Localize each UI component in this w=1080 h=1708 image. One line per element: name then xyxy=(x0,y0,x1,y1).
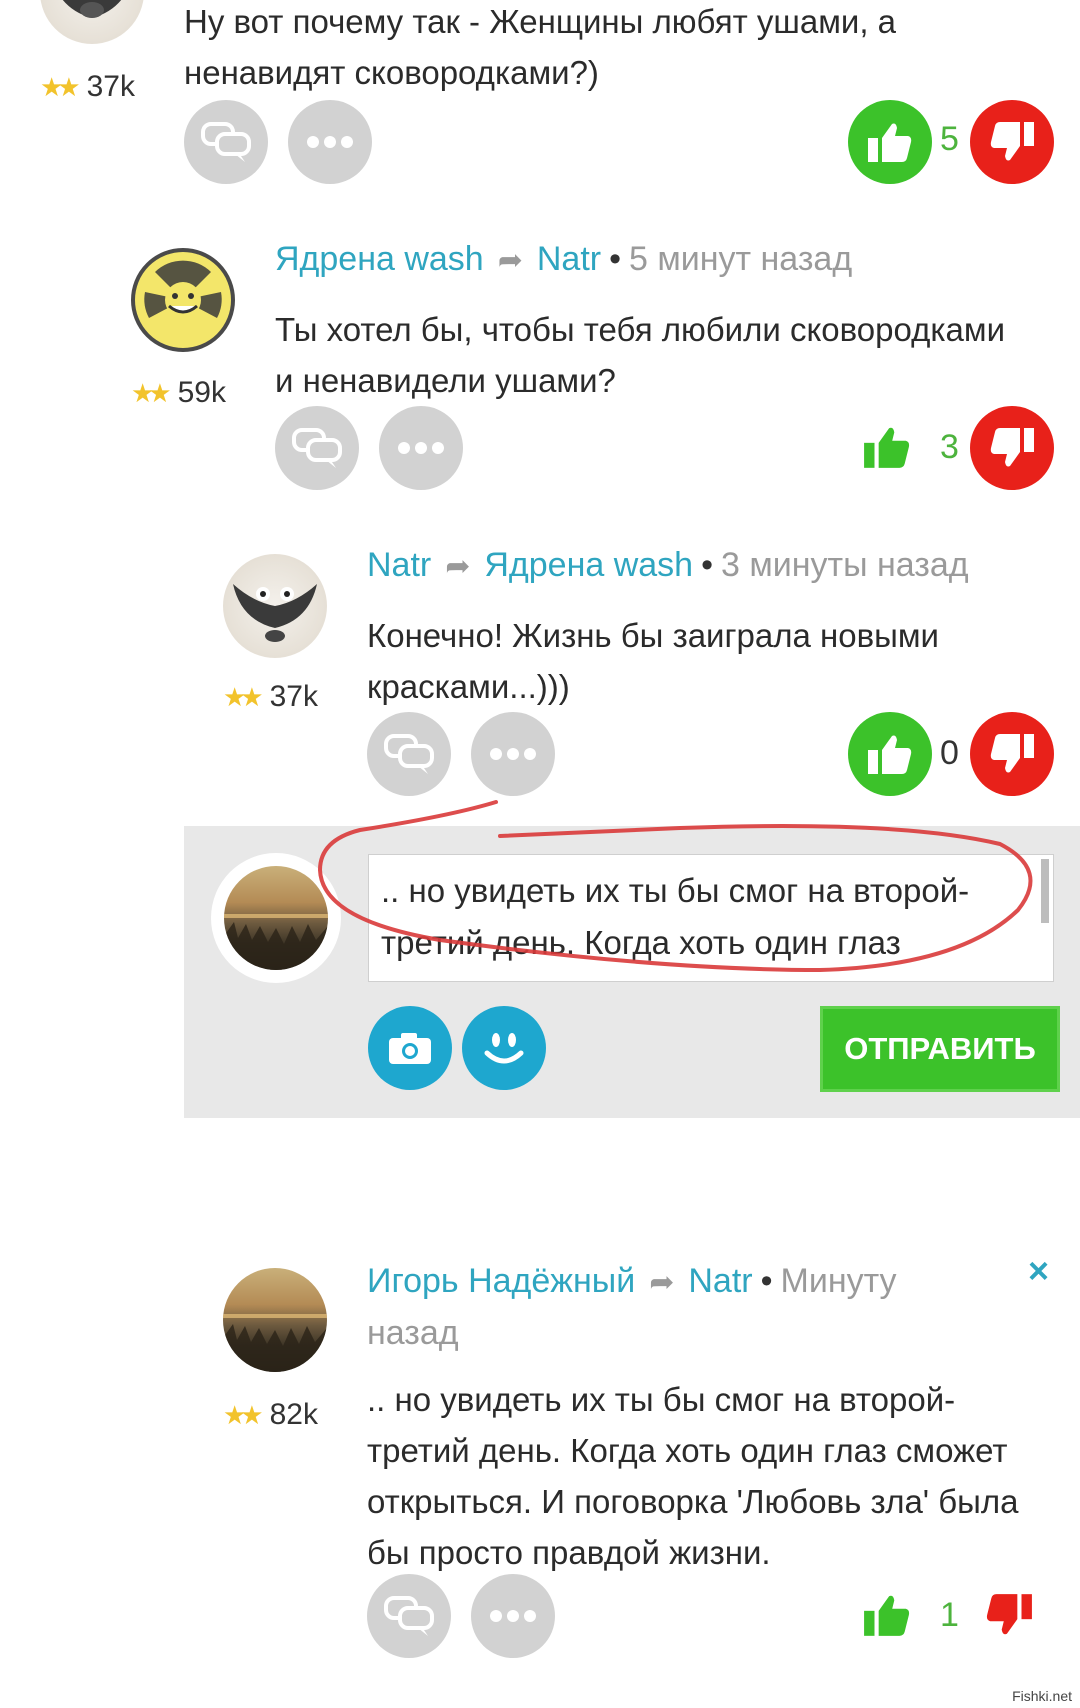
watermark: Fishki.net xyxy=(1012,1688,1072,1704)
ellipsis-icon xyxy=(490,748,536,760)
rating-stars-icon: ★★ xyxy=(223,1400,264,1430)
more-options-button[interactable] xyxy=(379,406,463,490)
user-rating: ★★ 37k xyxy=(40,70,135,103)
separator-dot: • xyxy=(760,1262,773,1300)
dislike-button[interactable] xyxy=(970,712,1054,796)
avatar[interactable] xyxy=(223,1268,327,1372)
speech-bubbles-icon xyxy=(292,428,342,468)
ellipsis-icon xyxy=(398,442,444,454)
thumbs-down-icon xyxy=(986,1594,1032,1635)
user-rating: ★★ 37k xyxy=(223,680,318,713)
annotation-circle-icon xyxy=(317,800,1033,973)
reply-button[interactable] xyxy=(184,100,268,184)
reply-to-link[interactable]: Natr xyxy=(537,240,601,278)
reply-arrow-icon: ➦ xyxy=(445,550,471,583)
send-button[interactable]: ОТПРАВИТЬ xyxy=(820,1006,1060,1092)
timestamp: 5 минут назад xyxy=(629,240,853,278)
timestamp: Минуту xyxy=(780,1262,897,1300)
reply-button[interactable] xyxy=(367,1574,451,1658)
avatar[interactable] xyxy=(40,0,144,44)
thumbs-up-icon xyxy=(864,427,910,468)
rating-stars-icon: ★★ xyxy=(131,378,172,408)
author-link[interactable]: Ядрена wash xyxy=(275,240,484,278)
thumbs-down-icon xyxy=(990,122,1034,161)
thumbs-down-icon xyxy=(990,734,1034,773)
comment-header: Игорь Надёжный ➦ Natr • Минуту xyxy=(367,1262,897,1301)
avatar[interactable] xyxy=(223,554,327,658)
emoji-button[interactable] xyxy=(462,1006,546,1090)
speech-bubbles-icon xyxy=(384,1596,434,1636)
ellipsis-icon xyxy=(307,136,353,148)
timestamp-continued: назад xyxy=(367,1314,459,1352)
comment-header: Natr ➦ Ядрена wash • 3 минуты назад xyxy=(367,546,969,585)
speech-bubbles-icon xyxy=(201,122,251,162)
thumbs-up-icon xyxy=(868,735,912,774)
close-icon[interactable]: × xyxy=(1028,1250,1049,1292)
attach-photo-button[interactable] xyxy=(368,1006,452,1090)
user-rating: ★★ 59k xyxy=(131,376,226,409)
comment-text: .. но увидеть их ты бы смог на второй- т… xyxy=(367,1381,1019,1571)
likes-count: 1 xyxy=(940,1596,959,1634)
separator-dot: • xyxy=(609,240,621,278)
reply-arrow-icon: ➦ xyxy=(649,1266,675,1299)
speech-bubbles-icon xyxy=(384,734,434,774)
comment-text: Конечно! Жизнь бы заиграла новыми краска… xyxy=(367,617,939,705)
field-photo-icon xyxy=(223,1314,327,1372)
rating-stars-icon: ★★ xyxy=(223,682,264,712)
dislike-button[interactable] xyxy=(970,100,1054,184)
radiation-face-icon xyxy=(144,260,222,318)
likes-count: 5 xyxy=(940,120,959,158)
camera-icon xyxy=(389,1033,431,1064)
like-button[interactable] xyxy=(862,424,912,475)
owl-avatar-icon xyxy=(233,584,317,642)
ellipsis-icon xyxy=(490,1610,536,1622)
more-options-button[interactable] xyxy=(471,712,555,796)
author-link[interactable]: Natr xyxy=(367,546,431,584)
thumbs-up-icon xyxy=(868,123,912,162)
comment-text: Ты хотел бы, чтобы тебя любили сковородк… xyxy=(275,311,1005,399)
reply-to-link[interactable]: Ядрена wash xyxy=(484,546,693,584)
comment-header: Ядрена wash ➦ Natr • 5 минут назад xyxy=(275,240,852,279)
thumbs-up-icon xyxy=(864,1595,910,1636)
avatar[interactable] xyxy=(131,248,235,352)
like-button[interactable] xyxy=(862,1592,912,1643)
reply-button[interactable] xyxy=(367,712,451,796)
more-options-button[interactable] xyxy=(288,100,372,184)
rating-stars-icon: ★★ xyxy=(40,72,81,102)
like-button[interactable] xyxy=(848,712,932,796)
author-link[interactable]: Игорь Надёжный xyxy=(367,1262,635,1300)
dislike-button[interactable] xyxy=(984,1592,1034,1643)
thumbs-down-icon xyxy=(990,428,1034,467)
more-options-button[interactable] xyxy=(471,1574,555,1658)
smiley-icon xyxy=(484,1033,524,1064)
reply-arrow-icon: ➦ xyxy=(497,244,523,277)
timestamp: 3 минуты назад xyxy=(721,546,969,584)
dislike-button[interactable] xyxy=(970,406,1054,490)
owl-avatar-icon xyxy=(62,0,122,18)
comment-text: Ну вот почему так - Женщины любят ушами,… xyxy=(184,3,897,91)
separator-dot: • xyxy=(701,546,713,584)
likes-count: 0 xyxy=(940,734,959,772)
like-button[interactable] xyxy=(848,100,932,184)
reply-button[interactable] xyxy=(275,406,359,490)
user-rating: ★★ 82k xyxy=(223,1398,318,1431)
likes-count: 3 xyxy=(940,428,959,466)
reply-to-link[interactable]: Natr xyxy=(688,1262,752,1300)
